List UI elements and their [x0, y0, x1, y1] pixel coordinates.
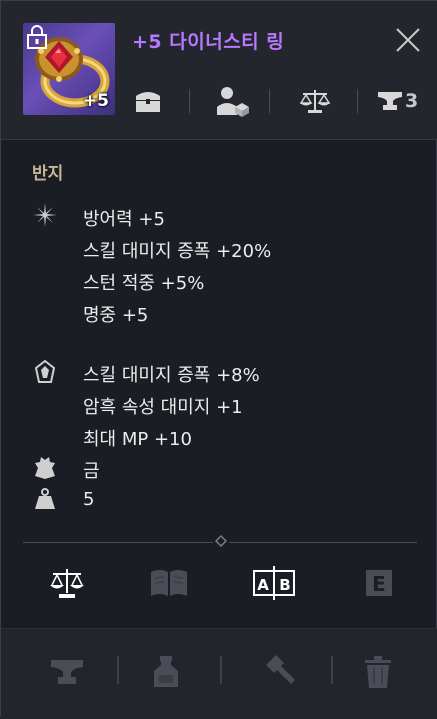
npc-shop-button[interactable]	[215, 83, 251, 119]
potion-icon	[154, 656, 178, 687]
divider	[220, 656, 222, 684]
anvil-count-button[interactable]: 3	[377, 83, 418, 119]
svg-text:A: A	[257, 576, 269, 594]
delete-button[interactable]	[356, 650, 400, 694]
anvil-icon	[378, 92, 402, 110]
gem-stat-icon	[34, 360, 56, 383]
anvil-count: 3	[405, 90, 419, 112]
scale-icon	[299, 90, 331, 113]
divider	[189, 89, 190, 113]
scale-icon	[50, 569, 84, 598]
stat-line: 스턴 적중 +5%	[83, 273, 205, 294]
anvil-icon	[51, 660, 83, 684]
craft-button[interactable]	[257, 650, 301, 694]
potion-button[interactable]	[144, 650, 188, 694]
lock-icon	[27, 25, 47, 49]
tooltip-footer	[1, 628, 437, 719]
item-tooltip-panel: +5 +5 다이너스티 링 3 반지 방어력 +5 스킬 대미지 증폭 +20%…	[0, 0, 437, 719]
compare-ab-icon: A B	[253, 566, 295, 600]
stat-line: 방어력 +5	[83, 209, 165, 230]
item-category: 반지	[32, 164, 64, 184]
divider	[331, 656, 333, 684]
stat-line: 스킬 대미지 증폭 +20%	[83, 241, 272, 262]
header-icon-bar: 3	[121, 83, 431, 119]
item-name: +5 다이너스티 링	[132, 31, 285, 53]
equip-button[interactable]: E	[357, 561, 401, 605]
close-icon	[396, 28, 420, 52]
enhancement-badge: +5	[82, 91, 109, 111]
close-button[interactable]	[391, 23, 425, 57]
divider	[357, 89, 358, 113]
compare-button[interactable]: A B	[252, 561, 296, 605]
svg-text:E: E	[372, 572, 386, 596]
divider	[23, 542, 213, 543]
enhance-button[interactable]	[45, 650, 89, 694]
npc-shop-icon	[217, 87, 249, 117]
stat-line: 암흑 속성 대미지 +1	[83, 397, 243, 418]
weight-value: 5	[83, 489, 95, 510]
appraise-button[interactable]	[45, 561, 89, 605]
stat-line: 최대 MP +10	[83, 429, 192, 450]
weight-icon	[35, 488, 55, 509]
scale-button[interactable]	[299, 83, 331, 119]
e-icon: E	[366, 570, 392, 596]
sparkle-stat-icon	[33, 203, 57, 227]
collection-book-button[interactable]	[147, 561, 191, 605]
stat-line: 명중 +5	[83, 305, 149, 326]
hammer-icon	[266, 655, 295, 684]
divider	[269, 89, 270, 113]
item-icon[interactable]: +5	[23, 23, 115, 115]
tooltip-header: +5 +5 다이너스티 링 3	[1, 1, 437, 140]
chest-button[interactable]	[133, 83, 163, 119]
book-icon	[151, 570, 187, 596]
chest-icon	[136, 92, 160, 112]
stat-line: 스킬 대미지 증폭 +8%	[83, 365, 260, 386]
material-value: 금	[83, 461, 100, 482]
material-hide-icon	[35, 457, 55, 479]
diamond-divider-icon	[215, 535, 227, 547]
divider	[117, 656, 119, 684]
trash-icon	[365, 656, 391, 688]
divider	[229, 542, 417, 543]
svg-text:B: B	[279, 576, 290, 594]
